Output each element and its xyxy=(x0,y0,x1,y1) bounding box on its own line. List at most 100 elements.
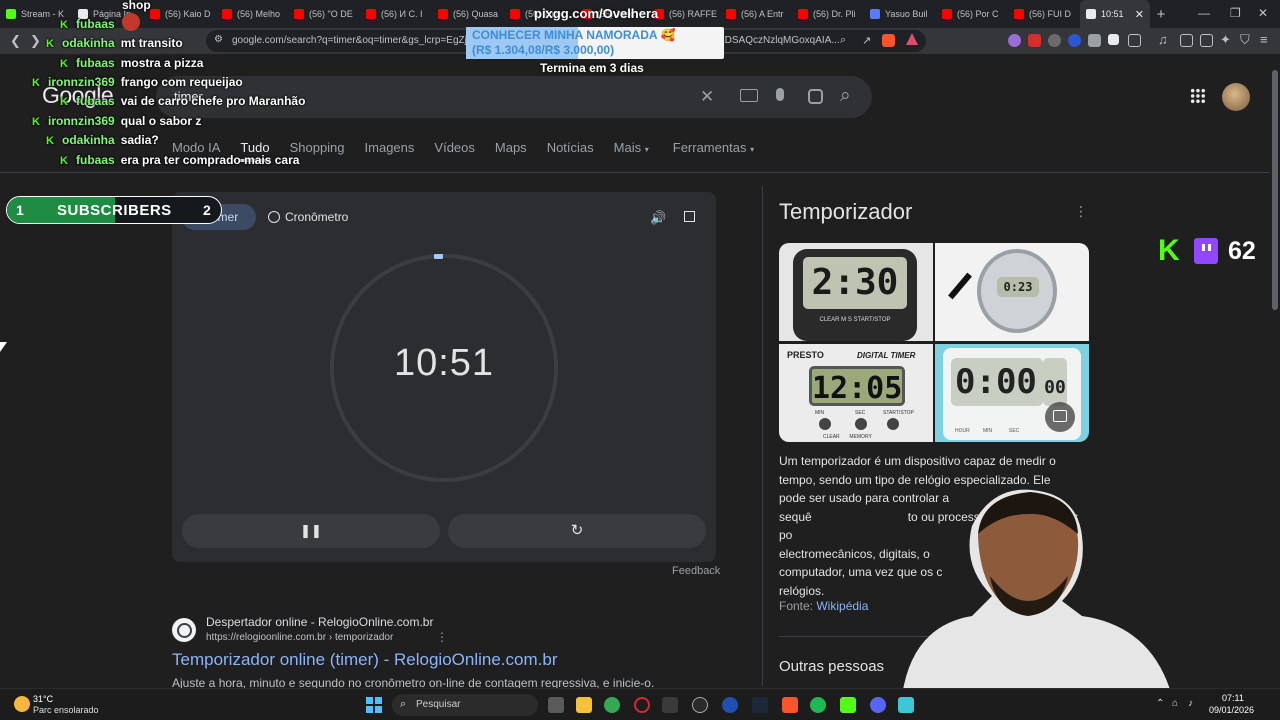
extension-icon-5[interactable] xyxy=(1088,34,1101,47)
close-tab-icon[interactable]: ✕ xyxy=(1135,8,1144,21)
reset-button[interactable]: ↻ xyxy=(448,514,706,548)
browser-tab[interactable]: 10:51 ✕ xyxy=(1080,0,1150,28)
browser-tab[interactable]: (56) Por C xyxy=(936,0,1008,28)
app-icon-4[interactable] xyxy=(898,697,914,713)
tab-ferramentas[interactable]: Ferramentas ▾ xyxy=(673,140,754,162)
weather-icon[interactable] xyxy=(14,696,30,712)
chat-text: shop xyxy=(122,0,151,12)
app-icon-1[interactable] xyxy=(662,697,678,713)
sidebar-icon[interactable] xyxy=(1180,34,1193,47)
volume-icon[interactable]: 🔊 xyxy=(650,210,666,226)
taskbar-search[interactable]: ⌕ Pesquisar xyxy=(392,694,538,716)
chevron-down-icon: ▾ xyxy=(750,145,755,154)
tab-imagens[interactable]: Imagens xyxy=(365,140,415,162)
timer-image-3-button-sec: SEC xyxy=(855,410,866,416)
search-icon[interactable]: ⌕ xyxy=(840,85,851,107)
kick-app-icon[interactable] xyxy=(840,697,856,713)
browser-tab[interactable]: (56) FUI D xyxy=(1008,0,1080,28)
start-button[interactable] xyxy=(366,697,382,713)
timer-image-1[interactable]: 2:30 CLEAR M S START/STOP xyxy=(779,243,933,341)
volume-tray-icon[interactable]: ♪ xyxy=(1188,698,1193,709)
zoom-icon[interactable]: ⌕ xyxy=(840,34,846,47)
result-site-name[interactable]: Despertador online - RelogioOnline.com.b… xyxy=(206,615,433,629)
discord-icon[interactable] xyxy=(870,697,886,713)
extension-icon-1[interactable] xyxy=(1008,34,1021,47)
source-label: Fonte: xyxy=(779,599,817,613)
new-tab-button[interactable]: + xyxy=(1150,6,1172,23)
image-search-icon[interactable] xyxy=(1045,402,1075,432)
network-icon[interactable]: ⌂ xyxy=(1172,698,1178,709)
spotify-icon[interactable] xyxy=(810,697,826,713)
extension-icon-4[interactable] xyxy=(1068,34,1081,47)
timer-image-4-button-sec: SEC xyxy=(1009,428,1020,434)
keyboard-icon[interactable] xyxy=(740,89,758,102)
chevron-down-icon: ▾ xyxy=(644,145,649,154)
chat-message: Kodakinha mt transito xyxy=(46,36,183,50)
vpn-icon[interactable]: ⛉ xyxy=(1240,32,1250,48)
browser-tab[interactable]: (56) RAFFE xyxy=(648,0,720,28)
extension-icon-3[interactable] xyxy=(1048,34,1061,47)
app-icon-2[interactable] xyxy=(692,697,708,713)
media-icon[interactable]: ♫ xyxy=(1158,32,1168,47)
clock-date[interactable]: 09/01/2026 xyxy=(1209,705,1254,715)
knowledge-panel-images[interactable]: 2:30 CLEAR M S START/STOP 0:23 PRESTO DI… xyxy=(779,243,1089,442)
chrome-icon[interactable] xyxy=(604,697,620,713)
fullscreen-icon[interactable] xyxy=(684,211,695,222)
browser-tab[interactable]: Yasuo Buil xyxy=(864,0,936,28)
extensions-puzzle-icon[interactable] xyxy=(1108,34,1119,45)
timer-image-2[interactable]: 0:23 xyxy=(935,243,1089,341)
browser-tab[interactable]: (56) A Entr xyxy=(720,0,792,28)
app-icon-3[interactable] xyxy=(722,697,738,713)
file-explorer-icon[interactable] xyxy=(576,697,592,713)
browser-tab[interactable]: (56) И С. I xyxy=(360,0,432,28)
weather-description[interactable]: Parc ensolarado xyxy=(33,705,99,715)
page-scrollbar[interactable] xyxy=(1270,56,1280,680)
tab-maps[interactable]: Maps xyxy=(495,140,527,162)
wallet-icon[interactable] xyxy=(1200,34,1213,47)
result-title-link[interactable]: Temporizador online (timer) - RelogioOnl… xyxy=(172,650,557,670)
microphone-icon[interactable] xyxy=(776,88,784,101)
stopwatch-label: Cronômetro xyxy=(285,210,349,224)
tray-chevron-icon[interactable]: ⌃ xyxy=(1156,698,1164,709)
task-view-icon[interactable] xyxy=(548,697,564,713)
kick-badge-icon: K xyxy=(46,135,54,147)
google-apps-icon[interactable] xyxy=(1190,88,1206,104)
knowledge-panel-menu-icon[interactable]: ⋮ xyxy=(1074,203,1088,220)
wikipedia-link[interactable]: Wikipédia xyxy=(816,599,868,613)
feedback-link[interactable]: Feedback xyxy=(672,565,720,577)
opera-icon[interactable] xyxy=(634,697,650,713)
browser-menu-icon[interactable]: ≡ xyxy=(1260,32,1268,47)
minimize-icon[interactable]: — xyxy=(1198,6,1210,20)
browser-tab[interactable]: (56) Dr. Pli xyxy=(792,0,864,28)
subscriber-goal-bar: 1 SUBSCRIBERS 2 xyxy=(6,196,222,224)
clear-search-icon[interactable]: ✕ xyxy=(700,87,714,107)
result-more-icon[interactable]: ⋮ xyxy=(436,630,448,644)
chat-message: Kironnzin369 frango com requeijao xyxy=(32,75,243,89)
tab-videos[interactable]: Vídeos xyxy=(434,140,474,162)
tab-noticias[interactable]: Notícias xyxy=(547,140,594,162)
result-url[interactable]: https://relogioonline.com.br › temporiza… xyxy=(206,632,393,643)
browser-tab[interactable]: (56) Quasa xyxy=(432,0,504,28)
brave-icon[interactable] xyxy=(782,697,798,713)
extension-icon-2[interactable] xyxy=(1028,34,1041,47)
maximize-icon[interactable]: ❐ xyxy=(1230,6,1241,20)
clock-time[interactable]: 07:11 xyxy=(1222,693,1244,703)
share-icon[interactable]: ↗ xyxy=(862,34,871,47)
weather-temperature[interactable]: 31°C xyxy=(33,694,53,704)
lens-icon[interactable] xyxy=(808,89,823,104)
leo-ai-icon[interactable]: ✦ xyxy=(1220,32,1231,48)
brave-rewards-icon[interactable] xyxy=(906,33,918,45)
tab-favicon-icon xyxy=(942,9,952,19)
tab-mais[interactable]: Mais ▾ xyxy=(614,140,649,162)
avatar[interactable] xyxy=(1222,83,1250,111)
brave-shield-icon[interactable] xyxy=(882,34,895,47)
url-text-tail[interactable]: EDSAQczNzlqMGoxqAIA... xyxy=(718,35,840,46)
scrollbar-thumb[interactable] xyxy=(1272,70,1278,310)
stopwatch-mode-button[interactable]: Cronômetro xyxy=(268,210,348,224)
close-window-icon[interactable]: ✕ xyxy=(1258,6,1268,20)
pause-button[interactable]: ❚❚ xyxy=(182,514,440,548)
screenshot-icon[interactable] xyxy=(1128,34,1141,47)
timer-image-3[interactable]: PRESTO DIGITAL TIMER 12:05 MIN SEC START… xyxy=(779,344,933,442)
steam-icon[interactable] xyxy=(752,697,768,713)
timer-image-4[interactable]: 0:00 00 HOUR MIN SEC xyxy=(935,344,1089,442)
